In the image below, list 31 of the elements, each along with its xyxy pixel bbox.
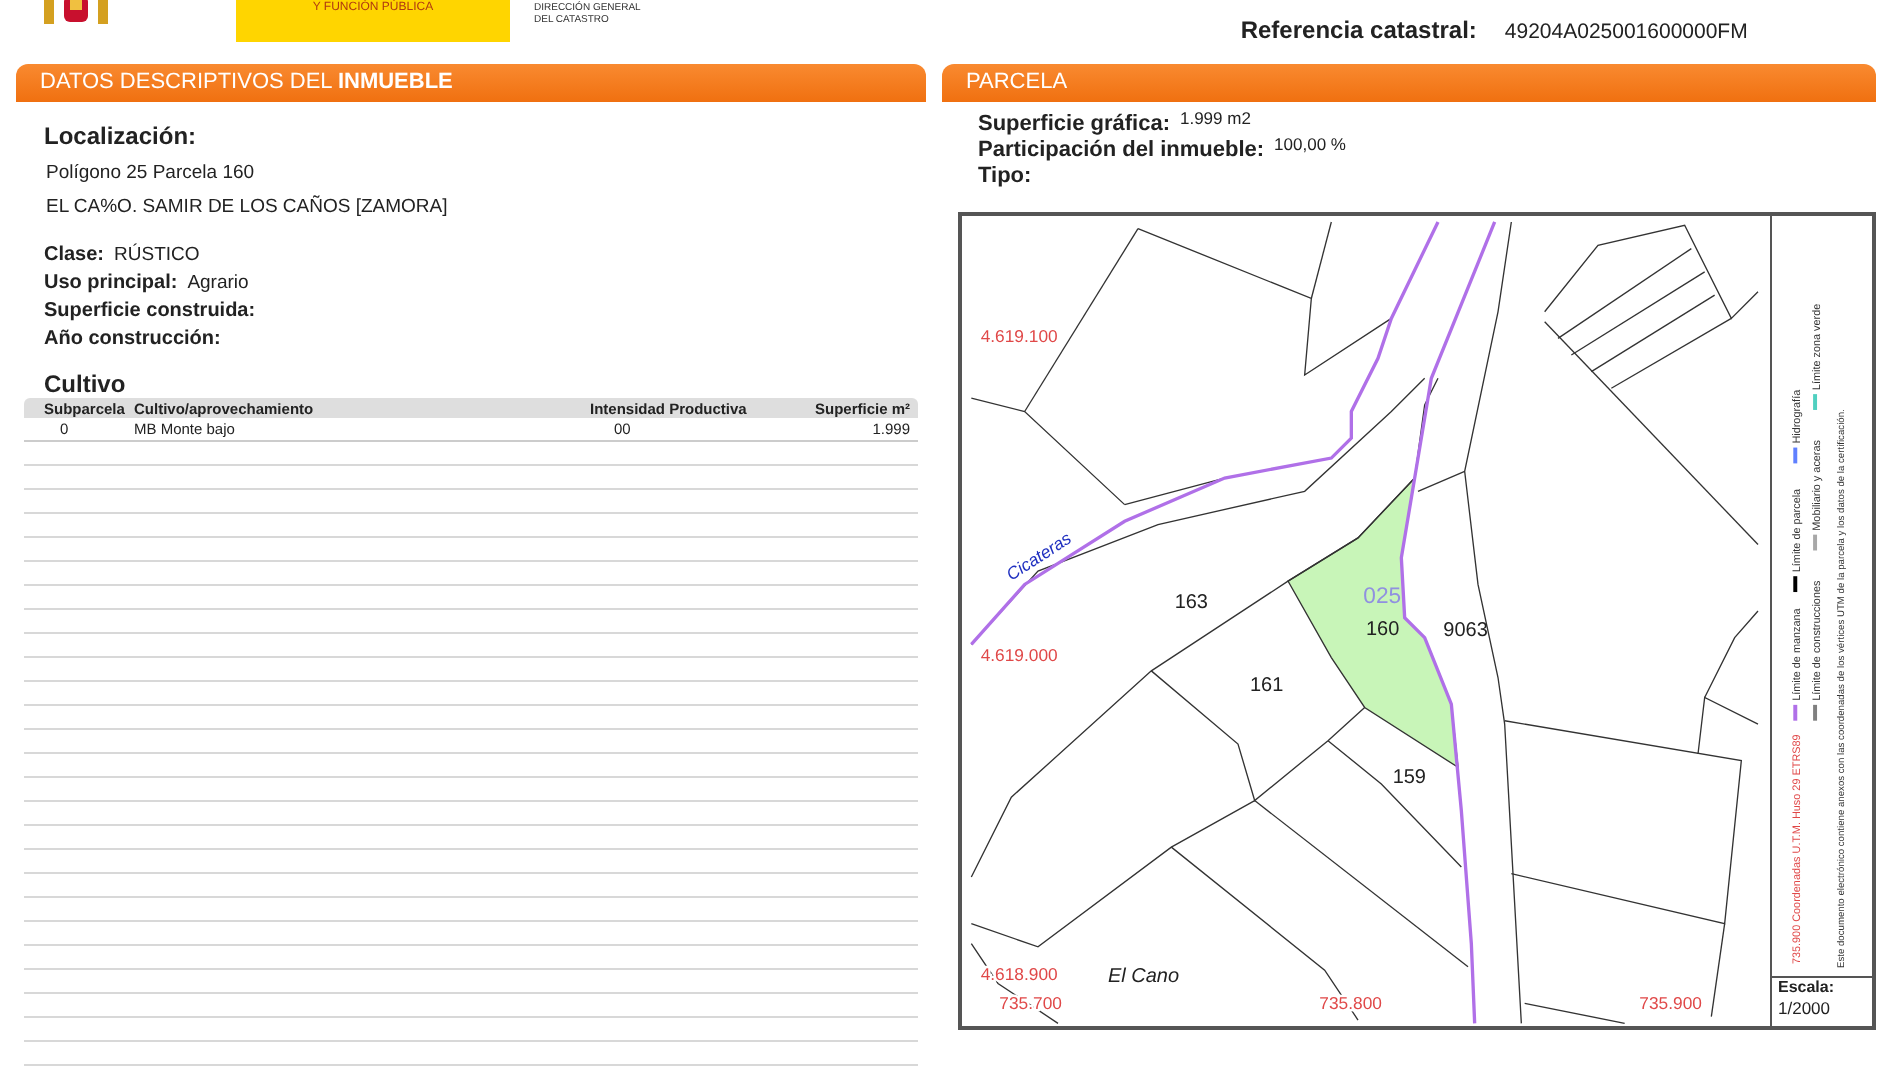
field-value: 100,00 % xyxy=(1274,134,1346,154)
reference-value: 49204A025001600000FM xyxy=(1504,20,1748,44)
field-label: Tipo: xyxy=(978,164,1032,188)
location-text: EL CA%O. SAMIR DE LOS CAÑOS [ZAMORA] xyxy=(46,194,450,220)
field-value: Agrario xyxy=(187,272,249,294)
section-title: DATOS DESCRIPTIVOS DEL INMUEBLE xyxy=(16,64,926,102)
reference-label: Referencia catastral: xyxy=(1240,16,1477,44)
map-label: 4.619.000 xyxy=(980,644,1058,665)
map-label: 161 xyxy=(1250,674,1284,697)
map-label: 735.900 xyxy=(1639,992,1702,1013)
map-label: 160 xyxy=(1366,619,1400,641)
table-title: Cultivo xyxy=(44,370,128,398)
field-label: Clase: xyxy=(44,244,105,266)
field-value: RÚSTICO xyxy=(114,244,200,266)
scale-label: Escala: xyxy=(1778,978,1837,998)
field-label: Superficie gráfica: xyxy=(978,112,1170,136)
map-label: 159 xyxy=(1392,766,1426,789)
scale-value: 1/2000 xyxy=(1778,998,1832,1018)
map-label: 9063 xyxy=(1443,620,1488,643)
location-text: Polígono 25 Parcela 160 xyxy=(46,160,257,186)
map-label: El Cano xyxy=(1108,966,1179,989)
map-label: 163 xyxy=(1174,592,1208,615)
field-label: Superficie construida: xyxy=(44,300,256,322)
field-value: 1.999 m2 xyxy=(1179,108,1251,128)
location-label: Localización: xyxy=(44,122,199,150)
field-label: Uso principal: xyxy=(44,272,178,294)
map-label: 025 xyxy=(1363,585,1402,610)
map-label: 4.619.100 xyxy=(980,325,1058,346)
field-label: Año construcción: xyxy=(44,328,221,350)
section-title: PARCELA xyxy=(942,64,1876,102)
field-label: Participación del inmueble: xyxy=(978,138,1265,162)
